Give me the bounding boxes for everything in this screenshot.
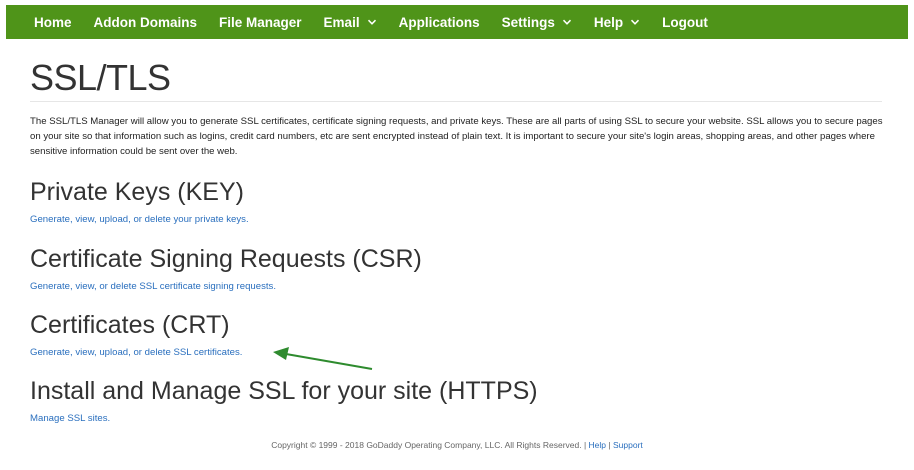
nav-item-label: File Manager (219, 14, 302, 30)
nav-item-addon-domains[interactable]: Addon Domains (94, 15, 198, 30)
nav-item-label: Logout (662, 14, 708, 30)
chevron-down-icon (631, 19, 640, 25)
csr-link[interactable]: Generate, view, or delete SSL certificat… (30, 281, 276, 292)
nav-item-label: Email (323, 14, 360, 30)
footer-help-link[interactable]: Help (589, 440, 606, 450)
nav-item-email[interactable]: Email (324, 15, 377, 30)
nav-item-label: Settings (501, 14, 555, 30)
nav-item-help[interactable]: Help (594, 15, 640, 30)
chevron-down-icon (367, 19, 376, 25)
nav-item-settings[interactable]: Settings (502, 15, 572, 30)
nav-item-label: Applications (398, 14, 480, 30)
section-heading-certificates: Certificates (CRT) (30, 311, 230, 339)
nav-item-label: Home (34, 14, 72, 30)
nav-item-home[interactable]: Home (34, 15, 72, 30)
nav-item-label: Help (593, 14, 624, 30)
top-navigation-bar: Home Addon Domains File Manager Email Ap… (6, 5, 908, 39)
section-heading-https: Install and Manage SSL for your site (HT… (30, 377, 538, 405)
footer: Copyright © 1999 - 2018 GoDaddy Operatin… (0, 440, 914, 450)
intro-paragraph: The SSL/TLS Manager will allow you to ge… (30, 116, 883, 157)
section-heading-private-keys: Private Keys (KEY) (30, 178, 244, 206)
private-keys-link[interactable]: Generate, view, upload, or delete your p… (30, 214, 249, 225)
title-divider (30, 101, 882, 102)
footer-separator: | (608, 440, 611, 450)
nav-item-applications[interactable]: Applications (399, 15, 480, 30)
section-heading-csr: Certificate Signing Requests (CSR) (30, 245, 422, 273)
nav-item-logout[interactable]: Logout (662, 15, 708, 30)
chevron-down-icon (562, 19, 571, 25)
page-title: SSL/TLS (30, 57, 171, 98)
nav-item-label: Addon Domains (93, 14, 198, 30)
footer-support-link[interactable]: Support (613, 440, 643, 450)
manage-ssl-sites-link[interactable]: Manage SSL sites. (30, 413, 110, 424)
certificates-link[interactable]: Generate, view, upload, or delete SSL ce… (30, 347, 242, 358)
footer-copyright: Copyright © 1999 - 2018 GoDaddy Operatin… (271, 440, 587, 450)
nav-item-file-manager[interactable]: File Manager (219, 15, 302, 30)
